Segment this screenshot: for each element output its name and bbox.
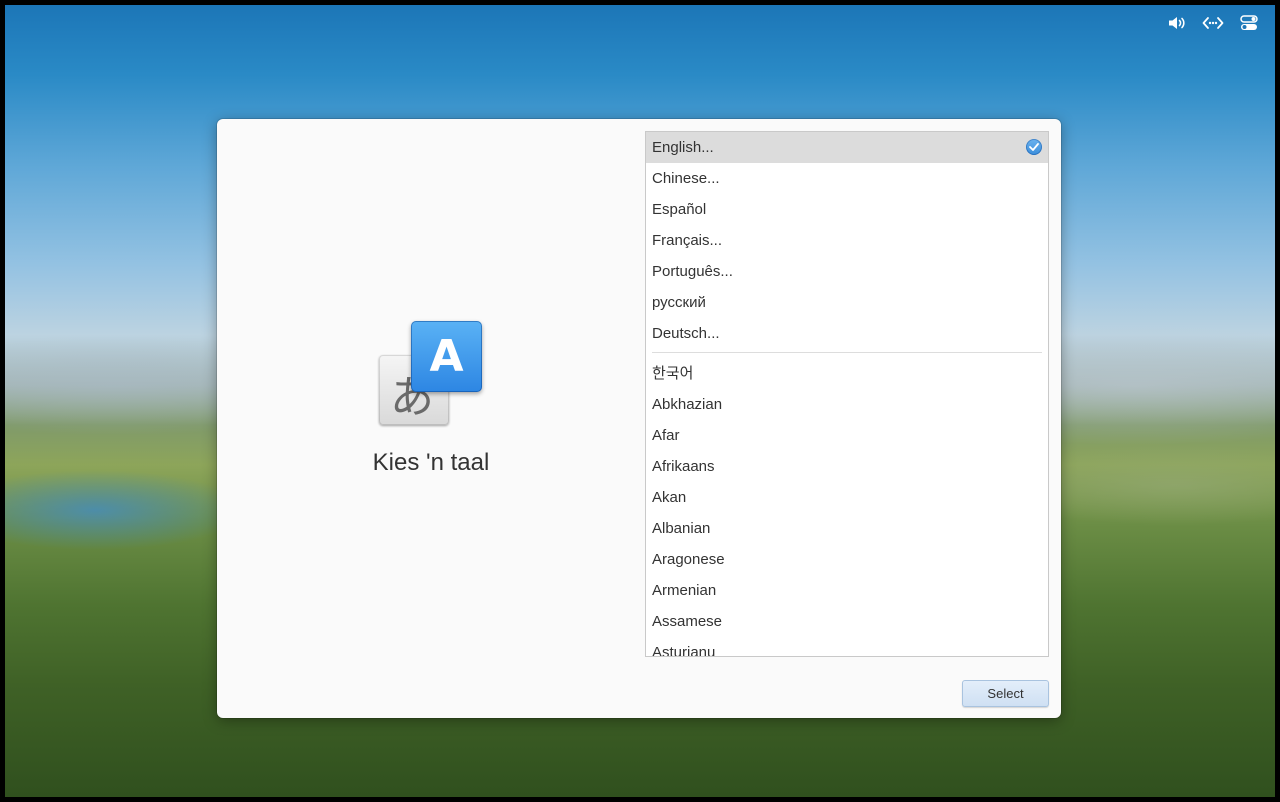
language-item[interactable]: русский <box>646 287 1048 318</box>
toggle-settings-icon[interactable] <box>1237 13 1261 33</box>
language-label: 한국어 <box>652 365 694 382</box>
language-item[interactable]: Afar <box>646 420 1048 451</box>
language-item[interactable]: Français... <box>646 225 1048 256</box>
language-item[interactable]: 한국어 <box>646 358 1048 389</box>
language-label: Afar <box>652 427 680 444</box>
checkmark-icon <box>1026 139 1042 155</box>
language-label: Asturianu <box>652 644 716 657</box>
language-label: Português... <box>652 263 733 280</box>
language-label: русский <box>652 294 706 311</box>
latin-letter-tile: A <box>411 321 482 392</box>
language-label: Assamese <box>652 613 723 630</box>
language-label: Aragonese <box>652 551 725 568</box>
language-label: Chinese... <box>652 170 720 187</box>
language-item[interactable]: Armenian <box>646 575 1048 606</box>
desktop-background: あ A Kies 'n taal English... Chinese... Esp… <box>5 5 1275 797</box>
language-item[interactable]: Español <box>646 194 1048 225</box>
dialog-title: Kies 'n taal <box>372 449 490 476</box>
language-list[interactable]: English... Chinese... Español Français... Po… <box>645 131 1049 657</box>
language-label: Deutsch... <box>652 325 720 342</box>
language-item[interactable]: Abkhazian <box>646 389 1048 420</box>
language-label: English... <box>652 139 714 156</box>
language-label: Afrikaans <box>652 458 715 475</box>
select-button[interactable]: Select <box>962 680 1049 707</box>
language-item[interactable]: Aragonese <box>646 544 1048 575</box>
latin-glyph: A <box>429 331 464 382</box>
language-item[interactable]: Português... <box>646 256 1048 287</box>
language-label: Armenian <box>652 582 717 599</box>
list-separator <box>652 352 1042 353</box>
language-label: Français... <box>652 232 723 249</box>
language-item[interactable]: English... <box>646 132 1048 163</box>
language-label: Akan <box>652 489 687 506</box>
language-item[interactable]: Afrikaans <box>646 451 1048 482</box>
language-item[interactable]: Deutsch... <box>646 318 1048 349</box>
language-item[interactable]: Akan <box>646 482 1048 513</box>
language-item[interactable]: Assamese <box>646 606 1048 637</box>
network-icon[interactable] <box>1201 13 1225 33</box>
language-label: Abkhazian <box>652 396 723 413</box>
language-item[interactable]: Asturianu <box>646 637 1048 657</box>
language-label: Español <box>652 201 707 218</box>
language-dialog: あ A Kies 'n taal English... Chinese... Esp… <box>217 119 1061 718</box>
language-icon: あ A <box>379 321 485 431</box>
language-item[interactable]: Chinese... <box>646 163 1048 194</box>
language-item[interactable]: Albanian <box>646 513 1048 544</box>
language-label: Albanian <box>652 520 711 537</box>
system-tray <box>1165 13 1261 33</box>
volume-icon[interactable] <box>1165 13 1189 33</box>
